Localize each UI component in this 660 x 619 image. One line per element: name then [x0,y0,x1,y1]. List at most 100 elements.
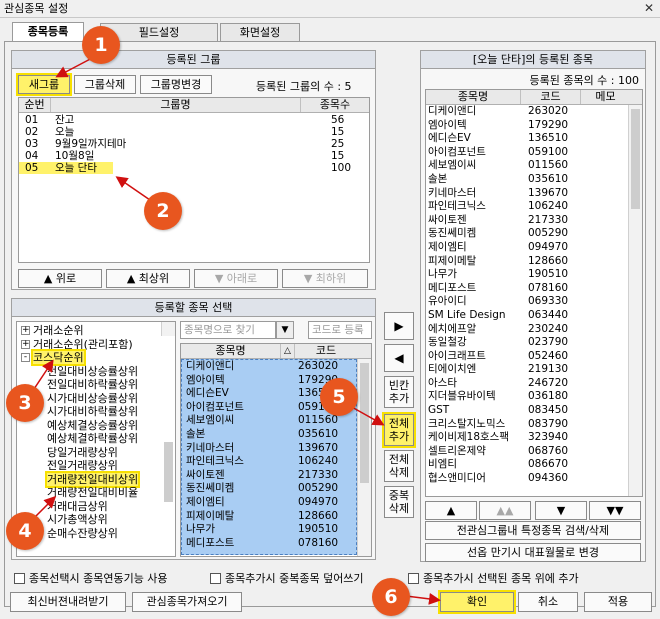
checkbox-link-stock[interactable] [14,573,25,584]
tree-item[interactable]: 예상체결하락률상위 [19,432,175,446]
delete-duplicate-button[interactable]: 중복 삭제 [384,486,414,518]
stock-row[interactable]: 제이엠티 094970 [182,496,356,510]
registered-row[interactable]: 에디슨EV 136510 [426,132,642,146]
search-all-groups-button[interactable]: 전관심그룹내 특정종목 검색/삭제 [425,521,641,540]
tree-scrollbar[interactable] [161,322,175,502]
add-all-button[interactable]: 전체 추가 [382,412,416,448]
tree-item[interactable]: - 코스닥순위 [19,349,175,366]
registered-scrollbar[interactable] [628,105,642,496]
registered-row[interactable]: 메디포스트 078160 [426,282,642,296]
apply-button[interactable]: 적용 [584,592,652,612]
tree-item[interactable]: 전일대비상승률상위 [19,365,175,379]
tree-item[interactable]: + 거래소순위(관리포함) [19,338,175,352]
stock-row[interactable]: 키네마스터 139670 [182,442,356,456]
stock-row[interactable]: 세보엠이씨 011560 [182,414,356,428]
add-blank-button[interactable]: 빈칸 추가 [384,376,414,408]
nav-top-button[interactable]: ▲ [425,501,477,520]
nav-bottom-button[interactable]: ▼▼ [589,501,641,520]
registered-row[interactable]: 싸이토젠 217330 [426,214,642,228]
rename-group-button[interactable]: 그룹명변경 [140,75,212,94]
registered-row[interactable]: 아스타 246720 [426,377,642,391]
registered-row[interactable]: 피제이메탈 128660 [426,255,642,269]
option-link-stock[interactable]: 종목선택시 종목연동기능 사용 [14,570,168,586]
tree-item[interactable]: 전일대비하락률상위 [19,378,175,392]
collapse-icon[interactable]: - [21,353,30,362]
cancel-button[interactable]: 취소 [518,592,578,612]
search-dropdown-icon[interactable]: ▼ [276,321,294,339]
registered-row[interactable]: 협스앤미디어 094360 [426,472,642,486]
tab-screen-settings[interactable]: 화면설정 [220,23,300,41]
checkbox-overwrite[interactable] [210,573,221,584]
code-input[interactable]: 코드로 등록 [308,321,372,339]
stock-row[interactable]: 동진쎄미켐 005290 [182,482,356,496]
registered-row[interactable]: 동일철강 023790 [426,336,642,350]
registered-table[interactable]: 종목명 코드 메모 디케이앤디 263020 엠아이텍 179290 에디슨EV 1365… [425,89,643,497]
registered-row[interactable]: 키네마스터 139670 [426,187,642,201]
tab-stock-register[interactable]: 종목등록 [12,22,84,42]
move-bottom-button[interactable]: ▼ 최하위 [282,269,368,288]
stock-row[interactable]: 디케이앤디 263020 [182,360,356,374]
registered-row[interactable]: 지더블유바이텍 036180 [426,390,642,404]
stock-row[interactable]: 메디포스트 078160 [182,537,356,551]
add-stock-button[interactable]: ▶ [384,312,414,340]
registered-row[interactable]: 비엠티 086670 [426,458,642,472]
expand-icon[interactable]: + [21,339,30,349]
tree-item[interactable]: 거래대금상위 [19,500,175,514]
stock-row[interactable]: 피제이메탈 128660 [182,510,356,524]
registered-row[interactable]: GST 083450 [426,404,642,418]
group-row[interactable]: 01 잔고 56 [19,114,369,126]
tree-item[interactable]: 거래량전일대비상위 [19,470,175,488]
registered-row[interactable]: 솔본 035610 [426,173,642,187]
registered-row[interactable]: 파인테크닉스 106240 [426,200,642,214]
tree-item[interactable]: 예상체결상승률상위 [19,419,175,433]
registered-row[interactable]: 티에이치엔 219130 [426,363,642,377]
option-insert-above[interactable]: 종목추가시 선택된 종목 위에 추가 [408,570,579,586]
registered-row[interactable]: 셀트리온제약 068760 [426,445,642,459]
registered-row[interactable]: 디케이앤디 263020 [426,105,642,119]
registered-row[interactable]: 케이비제18호스팩 323940 [426,431,642,445]
registered-row[interactable]: 세보엠이씨 011560 [426,159,642,173]
group-row[interactable]: 05 오늘 단타 100 [19,162,369,174]
registered-row[interactable]: 에치에프알 230240 [426,323,642,337]
nav-up-button[interactable]: ▲▲ [479,501,531,520]
group-row[interactable]: 03 9월9일까지테마 25 [19,138,369,150]
stock-row[interactable]: 솔본 035610 [182,428,356,442]
move-up-button[interactable]: ▲ 위로 [18,269,102,288]
registered-row[interactable]: 엠아이텍 179290 [426,119,642,133]
move-down-button[interactable]: ▼ 아래로 [194,269,278,288]
search-input[interactable]: 종목명으로 찾기 [180,321,276,339]
group-table[interactable]: 순번 그룹명 종목수 01 잔고 56 02 오늘 15 03 9월9일까지테마 25 04 10월… [18,97,370,263]
option-overwrite[interactable]: 종목추가시 중복종목 덮어쓰기 [210,570,364,586]
registered-row[interactable]: 유아이디 069330 [426,295,642,309]
group-row[interactable]: 04 10월8일 15 [19,150,369,162]
sort-icon[interactable]: △ [281,344,295,358]
import-button[interactable]: 관심종목가져오기 [132,592,242,612]
nav-down-button[interactable]: ▼ [535,501,587,520]
stock-row[interactable]: 나무가 190510 [182,523,356,537]
stock-row[interactable]: 싸이토젠 217330 [182,469,356,483]
delete-group-button[interactable]: 그룹삭제 [74,75,136,94]
registered-row[interactable]: 아이크래프트 052460 [426,350,642,364]
registered-row[interactable]: 제이엠티 094970 [426,241,642,255]
tree-item[interactable]: 전일거래량상위 [19,459,175,473]
registered-row[interactable]: SM Life Design 063440 [426,309,642,323]
registered-row[interactable]: 동진쎄미켐 005290 [426,227,642,241]
tree-item[interactable]: + 거래소순위 [19,324,175,338]
stock-row[interactable]: 파인테크닉스 106240 [182,455,356,469]
close-button[interactable]: ✕ [641,1,657,16]
stock-list-scrollbar[interactable] [357,359,371,556]
tree-item[interactable]: 당일거래량상위 [19,446,175,460]
registered-row[interactable]: 나무가 190510 [426,268,642,282]
tree-item[interactable]: 거래량전일대비비율 [19,486,175,500]
move-top-button[interactable]: ▲ 최상위 [106,269,190,288]
remove-stock-button[interactable]: ◀ [384,344,414,372]
stock-list[interactable]: 종목명 △ 코드 디케이앤디 263020 엠아이텍 179290 에디슨EV 13651… [180,343,372,557]
checkbox-insert-above[interactable] [408,573,419,584]
download-latest-button[interactable]: 최신버젼내려받기 [10,592,126,612]
expand-icon[interactable]: + [21,326,30,335]
registered-row[interactable]: 아이컴포넌트 059100 [426,146,642,160]
delete-all-button[interactable]: 전체 삭제 [384,450,414,482]
change-expiry-button[interactable]: 선옵 만기시 대표월물로 변경 [425,543,641,562]
group-row[interactable]: 02 오늘 15 [19,126,369,138]
new-group-button[interactable]: 새그룹 [16,73,72,96]
